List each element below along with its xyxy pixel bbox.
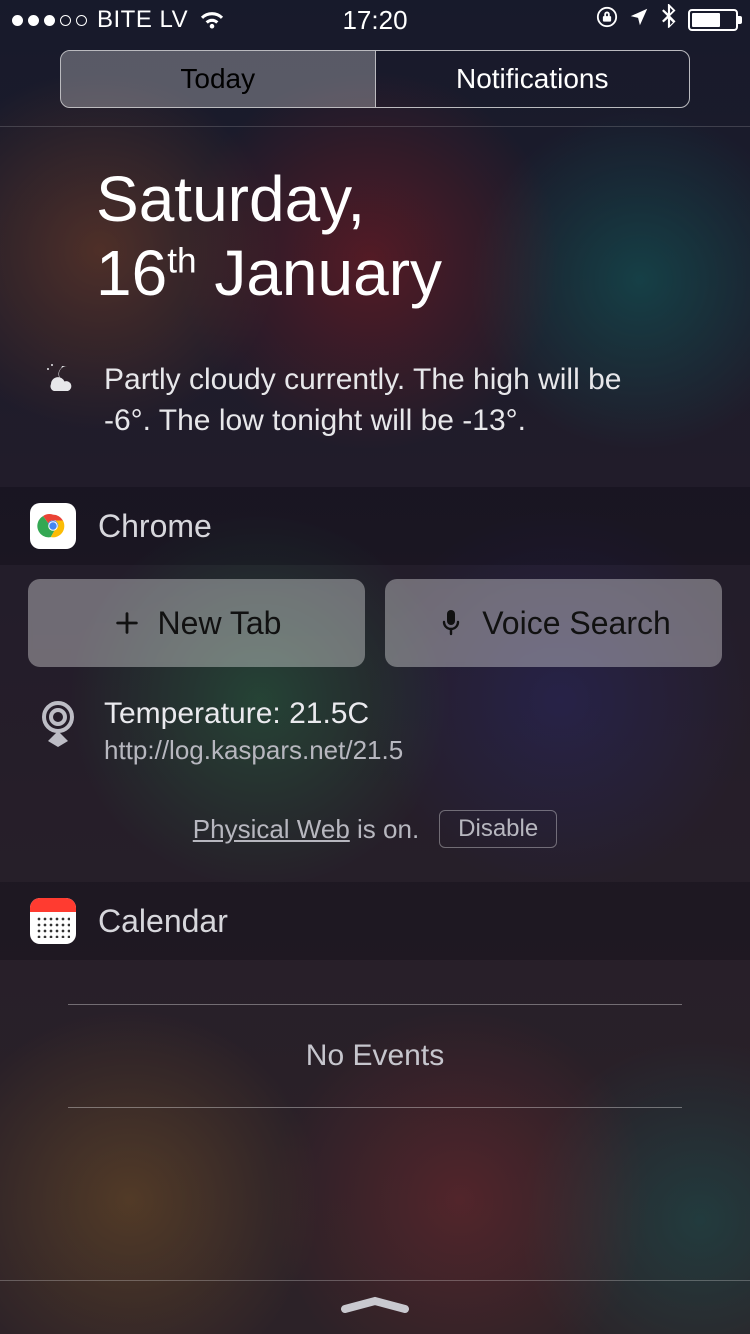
weather-summary: Partly cloudy currently. The high will b… <box>104 360 654 441</box>
battery-icon <box>688 9 738 31</box>
bluetooth-icon <box>660 4 678 37</box>
status-bar: BITE LV 17:20 <box>0 0 750 40</box>
clock: 17:20 <box>342 5 407 36</box>
date-full: 16th January <box>96 237 654 311</box>
no-events-label: No Events <box>68 1005 682 1107</box>
cell-signal-icon <box>12 15 87 26</box>
voice-search-button[interactable]: Voice Search <box>385 579 722 667</box>
carrier-label: BITE LV <box>97 6 188 34</box>
physical-web-link[interactable]: Physical Web <box>193 814 350 844</box>
today-summary: Saturday, 16th January Partly cloudy cur… <box>0 127 750 487</box>
chrome-widget-title: Chrome <box>98 508 212 545</box>
tab-notifications[interactable]: Notifications <box>375 51 690 107</box>
physical-web-url: http://log.kaspars.net/21.5 <box>104 735 403 766</box>
new-tab-button[interactable]: New Tab <box>28 579 365 667</box>
calendar-widget-title: Calendar <box>98 903 228 940</box>
chevron-up-icon <box>335 1295 415 1320</box>
chrome-widget-header[interactable]: Chrome <box>0 487 750 565</box>
physical-web-icon <box>34 697 82 745</box>
tab-today[interactable]: Today <box>61 51 375 107</box>
calendar-app-icon <box>30 898 76 944</box>
physical-web-footer: Physical Web is on. Disable <box>28 810 722 848</box>
bottom-grabber-bar[interactable] <box>0 1280 750 1334</box>
calendar-widget-header[interactable]: Calendar <box>0 882 750 960</box>
partly-cloudy-night-icon <box>44 360 80 441</box>
wifi-icon <box>198 9 226 31</box>
physical-web-status: is on. <box>350 814 419 844</box>
new-tab-label: New Tab <box>158 605 282 642</box>
voice-search-label: Voice Search <box>482 605 671 642</box>
date-month: January <box>214 237 442 309</box>
physical-web-title: Temperature: 21.5C <box>104 697 403 731</box>
divider <box>68 1107 682 1108</box>
view-switcher: Today Notifications <box>60 50 690 108</box>
physical-web-item[interactable]: Temperature: 21.5C http://log.kaspars.ne… <box>28 697 722 766</box>
chrome-widget-body: New Tab Voice Search Temperature: 21.5C … <box>0 565 750 882</box>
location-icon <box>628 6 650 35</box>
rotation-lock-icon <box>596 6 618 35</box>
date-weekday: Saturday, <box>96 163 654 237</box>
plus-icon <box>112 608 142 638</box>
calendar-widget-body: No Events <box>0 960 750 1198</box>
chrome-app-icon <box>30 503 76 549</box>
physical-web-disable-button[interactable]: Disable <box>439 810 557 848</box>
microphone-icon <box>436 608 466 638</box>
date-ordinal: th <box>167 241 196 280</box>
date-day: 16 <box>96 237 167 309</box>
